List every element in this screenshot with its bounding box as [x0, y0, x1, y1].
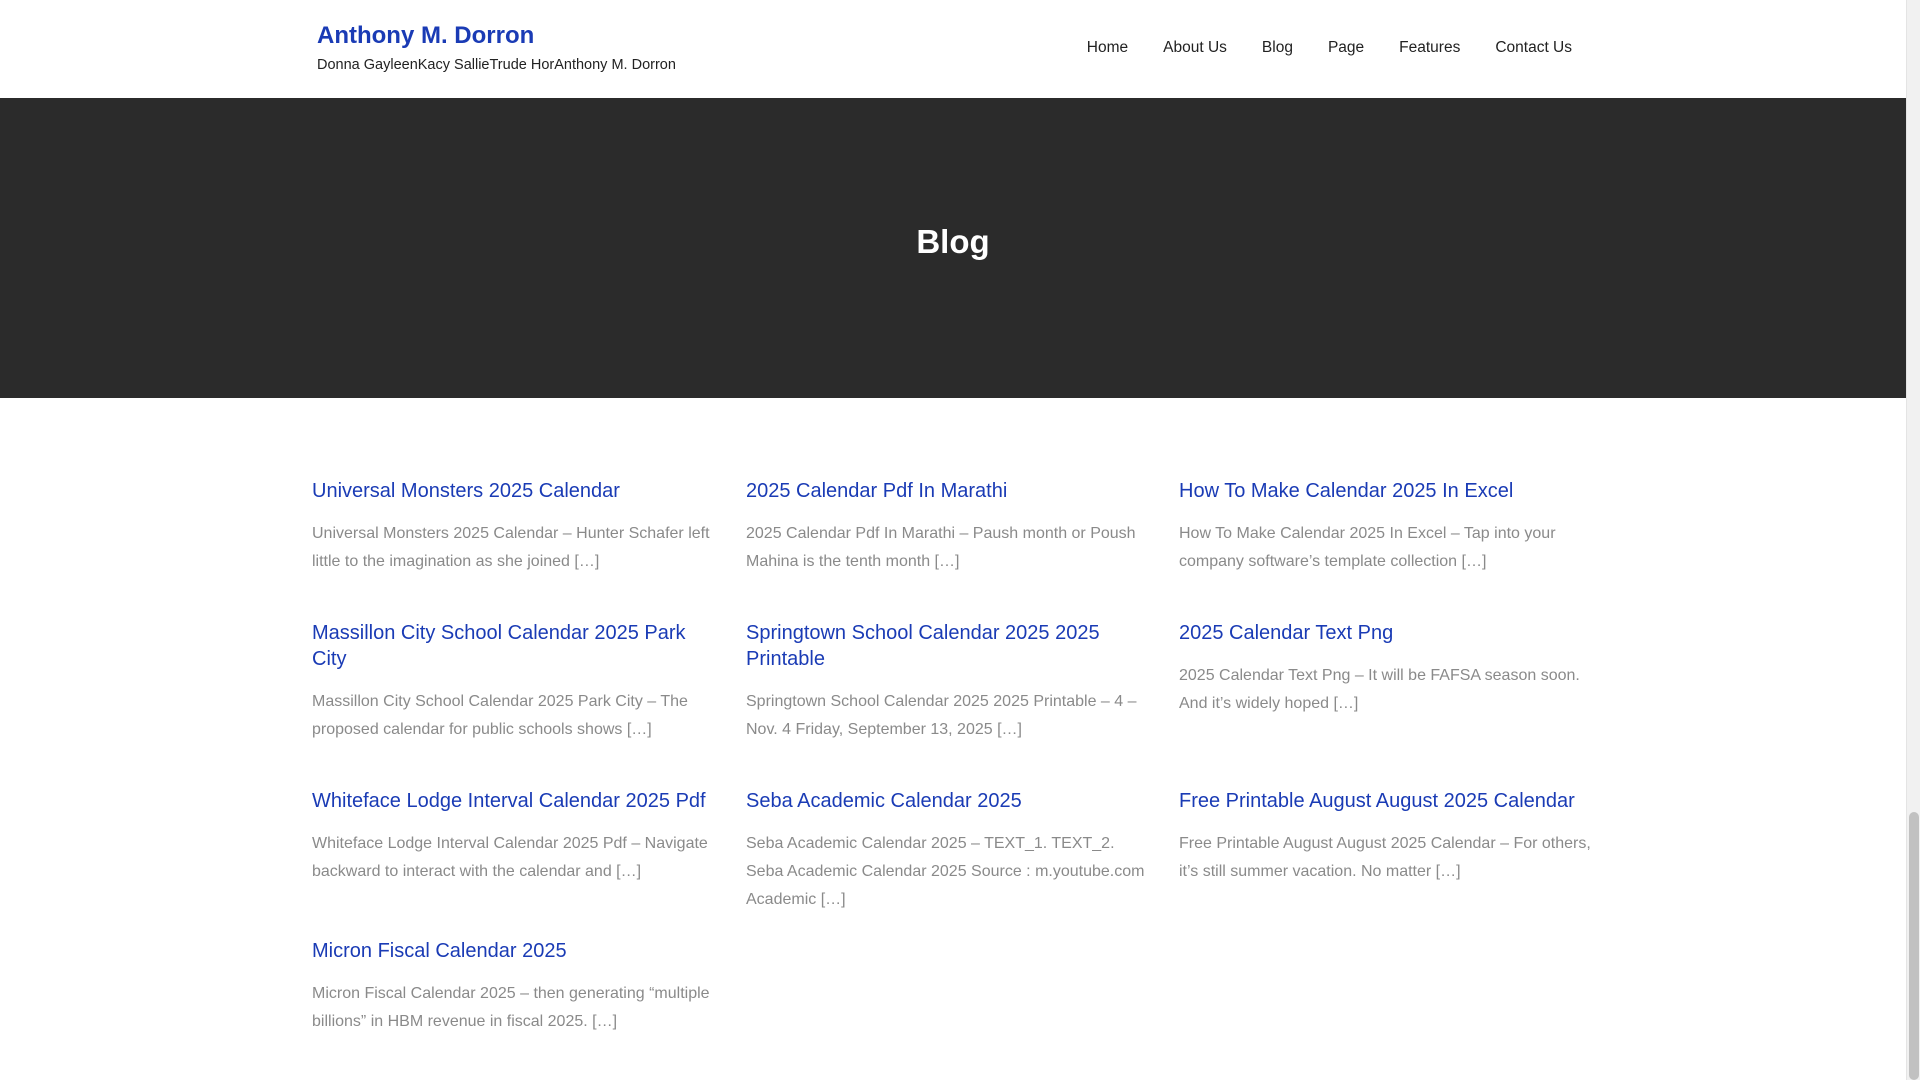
site-description: Donna GayleenKacy SallieTrude HorAnthony…: [317, 57, 676, 73]
vertical-scrollbar[interactable]: [1906, 0, 1920, 1080]
nav-item-blog[interactable]: Blog: [1262, 38, 1293, 58]
post-card: Universal Monsters 2025 Calendar Univers…: [312, 478, 722, 576]
post-card: Free Printable August August 2025 Calend…: [1179, 788, 1597, 886]
post-excerpt: Free Printable August August 2025 Calend…: [1179, 835, 1591, 880]
nav-item-contact-us[interactable]: Contact Us: [1495, 38, 1572, 58]
post-excerpt: Massillon City School Calendar 2025 Park…: [312, 693, 688, 738]
post-card: 2025 Calendar Pdf In Marathi 2025 Calend…: [746, 478, 1156, 576]
post-excerpt: Springtown School Calendar 2025 2025 Pri…: [746, 693, 1137, 738]
post-excerpt: Seba Academic Calendar 2025 – TEXT_1. TE…: [746, 835, 1145, 908]
post-card: 2025 Calendar Text Png 2025 Calendar Tex…: [1179, 620, 1597, 718]
post-card: Springtown School Calendar 2025 2025 Pri…: [746, 620, 1156, 744]
site-header: Anthony M. Dorron Donna GayleenKacy Sall…: [0, 0, 1906, 98]
post-title-link[interactable]: Micron Fiscal Calendar 2025: [312, 938, 722, 964]
post-excerpt: 2025 Calendar Pdf In Marathi – Paush mon…: [746, 525, 1136, 570]
post-card: How To Make Calendar 2025 In Excel How T…: [1179, 478, 1597, 576]
page-hero-banner: Blog: [0, 98, 1906, 398]
post-title-link[interactable]: 2025 Calendar Text Png: [1179, 620, 1597, 646]
nav-item-page[interactable]: Page: [1328, 38, 1364, 58]
page: Anthony M. Dorron Donna GayleenKacy Sall…: [0, 0, 1920, 1080]
site-title-link[interactable]: Anthony M. Dorron: [317, 20, 534, 52]
post-excerpt: Universal Monsters 2025 Calendar – Hunte…: [312, 525, 710, 570]
post-card: Seba Academic Calendar 2025 Seba Academi…: [746, 788, 1156, 914]
post-title-link[interactable]: Seba Academic Calendar 2025: [746, 788, 1156, 814]
nav-item-features[interactable]: Features: [1399, 38, 1460, 58]
post-title-link[interactable]: Universal Monsters 2025 Calendar: [312, 478, 722, 504]
scrollbar-thumb[interactable]: [1909, 812, 1919, 1080]
post-card: Massillon City School Calendar 2025 Park…: [312, 620, 722, 744]
post-excerpt: Micron Fiscal Calendar 2025 – then gener…: [312, 985, 710, 1030]
post-title-link[interactable]: Whiteface Lodge Interval Calendar 2025 P…: [312, 788, 722, 814]
post-title-link[interactable]: Springtown School Calendar 2025 2025 Pri…: [746, 620, 1156, 672]
page-title: Blog: [916, 223, 990, 260]
nav-item-about-us[interactable]: About Us: [1163, 38, 1227, 58]
post-card: Micron Fiscal Calendar 2025 Micron Fisca…: [312, 938, 722, 1036]
post-title-link[interactable]: Free Printable August August 2025 Calend…: [1179, 788, 1597, 814]
post-title-link[interactable]: Massillon City School Calendar 2025 Park…: [312, 620, 722, 672]
post-excerpt: How To Make Calendar 2025 In Excel – Tap…: [1179, 525, 1556, 570]
post-title-link[interactable]: 2025 Calendar Pdf In Marathi: [746, 478, 1156, 504]
post-title-link[interactable]: How To Make Calendar 2025 In Excel: [1179, 478, 1597, 504]
post-card: Whiteface Lodge Interval Calendar 2025 P…: [312, 788, 722, 886]
nav-item-home[interactable]: Home: [1087, 38, 1128, 58]
post-excerpt: 2025 Calendar Text Png – It will be FAFS…: [1179, 667, 1580, 712]
post-excerpt: Whiteface Lodge Interval Calendar 2025 P…: [312, 835, 708, 880]
main-navigation: Home About Us Blog Page Features Contact…: [1052, 38, 1572, 58]
